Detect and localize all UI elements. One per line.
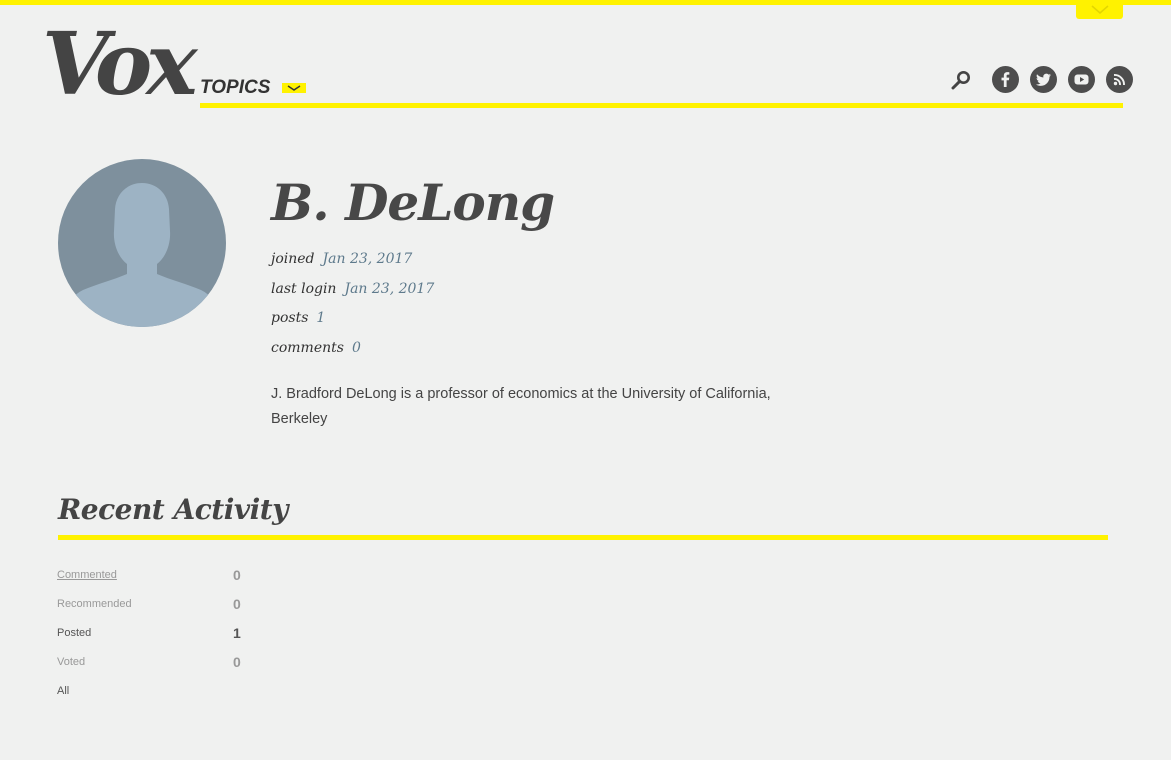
youtube-link[interactable] bbox=[1068, 66, 1095, 93]
section-rule bbox=[58, 535, 1108, 540]
activity-list: Commented 0 Recommended 0 Posted 1 Voted… bbox=[57, 565, 257, 710]
activity-row-commented: Commented 0 bbox=[57, 565, 257, 594]
search-button[interactable] bbox=[950, 67, 972, 93]
twitter-icon bbox=[1035, 73, 1051, 86]
meta-value: 1 bbox=[316, 310, 326, 326]
meta-value: Jan 23, 2017 bbox=[322, 251, 413, 267]
facebook-link[interactable] bbox=[992, 66, 1019, 93]
topics-label: TOPICS bbox=[200, 77, 271, 98]
activity-row-all: All bbox=[57, 681, 257, 710]
activity-link-posted[interactable]: Posted bbox=[57, 627, 91, 639]
topics-chevron bbox=[282, 83, 307, 93]
profile-bio: J. Bradford DeLong is a professor of eco… bbox=[271, 386, 771, 427]
meta-label: last login bbox=[271, 280, 337, 297]
search-icon bbox=[951, 70, 970, 89]
nav-rule bbox=[200, 103, 1123, 108]
rss-icon bbox=[1113, 74, 1125, 86]
avatar bbox=[58, 159, 226, 327]
profile-meta: joined Jan 23, 2017 last login Jan 23, 201… bbox=[271, 249, 434, 367]
meta-comments: comments 0 bbox=[271, 338, 434, 368]
social-nav bbox=[950, 66, 1133, 93]
youtube-icon bbox=[1074, 74, 1089, 85]
twitter-link[interactable] bbox=[1030, 66, 1057, 93]
activity-count: 0 bbox=[233, 654, 241, 670]
activity-row-voted: Voted 0 bbox=[57, 652, 257, 681]
top-dropdown-tab[interactable] bbox=[1076, 0, 1123, 19]
default-avatar-silhouette bbox=[58, 159, 226, 327]
activity-count: 1 bbox=[233, 625, 241, 641]
vox-logo[interactable]: Vox bbox=[42, 22, 197, 108]
meta-label: joined bbox=[271, 251, 315, 267]
activity-row-recommended: Recommended 0 bbox=[57, 594, 257, 623]
activity-count: 0 bbox=[233, 596, 241, 612]
activity-link-all[interactable]: All bbox=[57, 685, 69, 697]
meta-label: posts bbox=[271, 310, 309, 326]
meta-posts: posts 1 bbox=[271, 308, 434, 338]
topics-menu-button[interactable]: TOPICS bbox=[200, 77, 307, 99]
chevron-down-icon bbox=[1091, 5, 1108, 14]
activity-link-voted[interactable]: Voted bbox=[57, 656, 85, 668]
activity-link-commented[interactable]: Commented bbox=[57, 569, 117, 581]
chevron-down-icon bbox=[287, 85, 301, 91]
meta-joined: joined Jan 23, 2017 bbox=[271, 249, 434, 279]
rss-link[interactable] bbox=[1106, 66, 1133, 93]
activity-row-posted: Posted 1 bbox=[57, 623, 257, 652]
meta-last-login: last login Jan 23, 2017 bbox=[271, 279, 434, 309]
recent-activity-title: Recent Activity bbox=[58, 493, 288, 526]
meta-label: comments bbox=[271, 339, 344, 356]
top-accent-stripe bbox=[0, 0, 1171, 5]
meta-value: 0 bbox=[351, 339, 361, 356]
activity-count: 0 bbox=[233, 567, 241, 583]
activity-link-recommended[interactable]: Recommended bbox=[57, 598, 132, 610]
facebook-icon bbox=[1001, 72, 1010, 87]
meta-value: Jan 23, 2017 bbox=[344, 280, 435, 297]
profile-name: B. DeLong bbox=[271, 173, 555, 232]
